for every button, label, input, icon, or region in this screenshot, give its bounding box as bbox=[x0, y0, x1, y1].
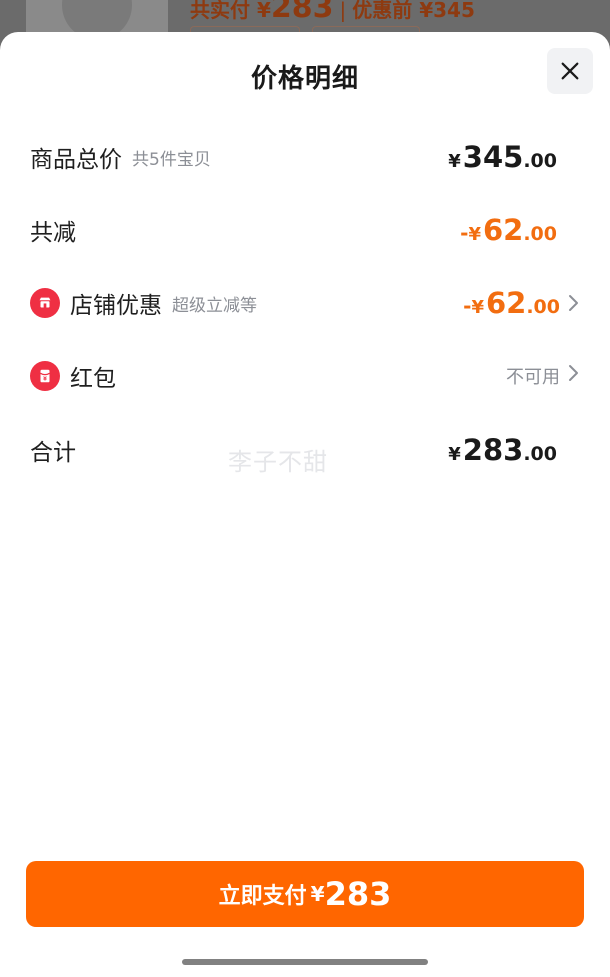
sheet-title: 价格明细 bbox=[250, 64, 359, 94]
watermark: 李子不甜 bbox=[228, 448, 328, 476]
pay-button-label: 立即支付 bbox=[218, 884, 307, 909]
item-count: 共5件宝贝 bbox=[132, 149, 211, 170]
total-reduction-label: 共减 bbox=[30, 220, 76, 246]
total-reduction-row: 共减 - ¥62.00 bbox=[30, 208, 580, 252]
background-total-label: 共实付 ¥ bbox=[190, 0, 271, 22]
background-total-amount: 283 bbox=[270, 0, 334, 25]
chevron-right-icon bbox=[568, 363, 580, 383]
red-packet-label: 红包 bbox=[70, 366, 116, 392]
red-packet-icon: ¥ bbox=[30, 361, 60, 391]
svg-text:¥: ¥ bbox=[43, 377, 47, 383]
red-packet-row[interactable]: ¥ 红包 不可用 bbox=[30, 354, 580, 398]
total-label: 合计 bbox=[30, 440, 76, 466]
subtotal-row: 商品总价 共5件宝贝 ¥345.00 bbox=[30, 135, 580, 179]
close-button[interactable] bbox=[547, 48, 593, 94]
home-indicator bbox=[182, 959, 428, 965]
store-discount-label: 店铺优惠 bbox=[70, 293, 162, 319]
chevron-right-icon bbox=[568, 293, 580, 313]
store-icon bbox=[30, 288, 60, 318]
background-total-summary: 共实付 ¥283 | 优惠前 ¥345 bbox=[190, 0, 475, 25]
total-amount: ¥283.00 bbox=[448, 433, 557, 467]
subtotal-amount: ¥345.00 bbox=[448, 140, 557, 174]
red-packet-status: 不可用 bbox=[506, 367, 560, 388]
store-discount-amount: - ¥62.00 bbox=[463, 286, 560, 320]
subtotal-label: 商品总价 bbox=[30, 147, 122, 173]
close-icon bbox=[561, 62, 579, 80]
price-detail-sheet: 价格明细 商品总价 共5件宝贝 ¥345.00 共减 - ¥62.00 店铺优惠… bbox=[0, 32, 610, 977]
store-discount-row[interactable]: 店铺优惠 超级立减等 - ¥62.00 bbox=[30, 281, 580, 325]
store-discount-detail: 超级立减等 bbox=[172, 295, 257, 316]
pay-now-button[interactable]: 立即支付 ¥ 283 bbox=[26, 861, 584, 927]
total-reduction-amount: - ¥62.00 bbox=[460, 213, 557, 247]
pay-button-currency: ¥ bbox=[310, 882, 325, 906]
background-before-discount: 优惠前 ¥345 bbox=[352, 0, 475, 22]
pay-button-amount: 283 bbox=[324, 875, 392, 913]
